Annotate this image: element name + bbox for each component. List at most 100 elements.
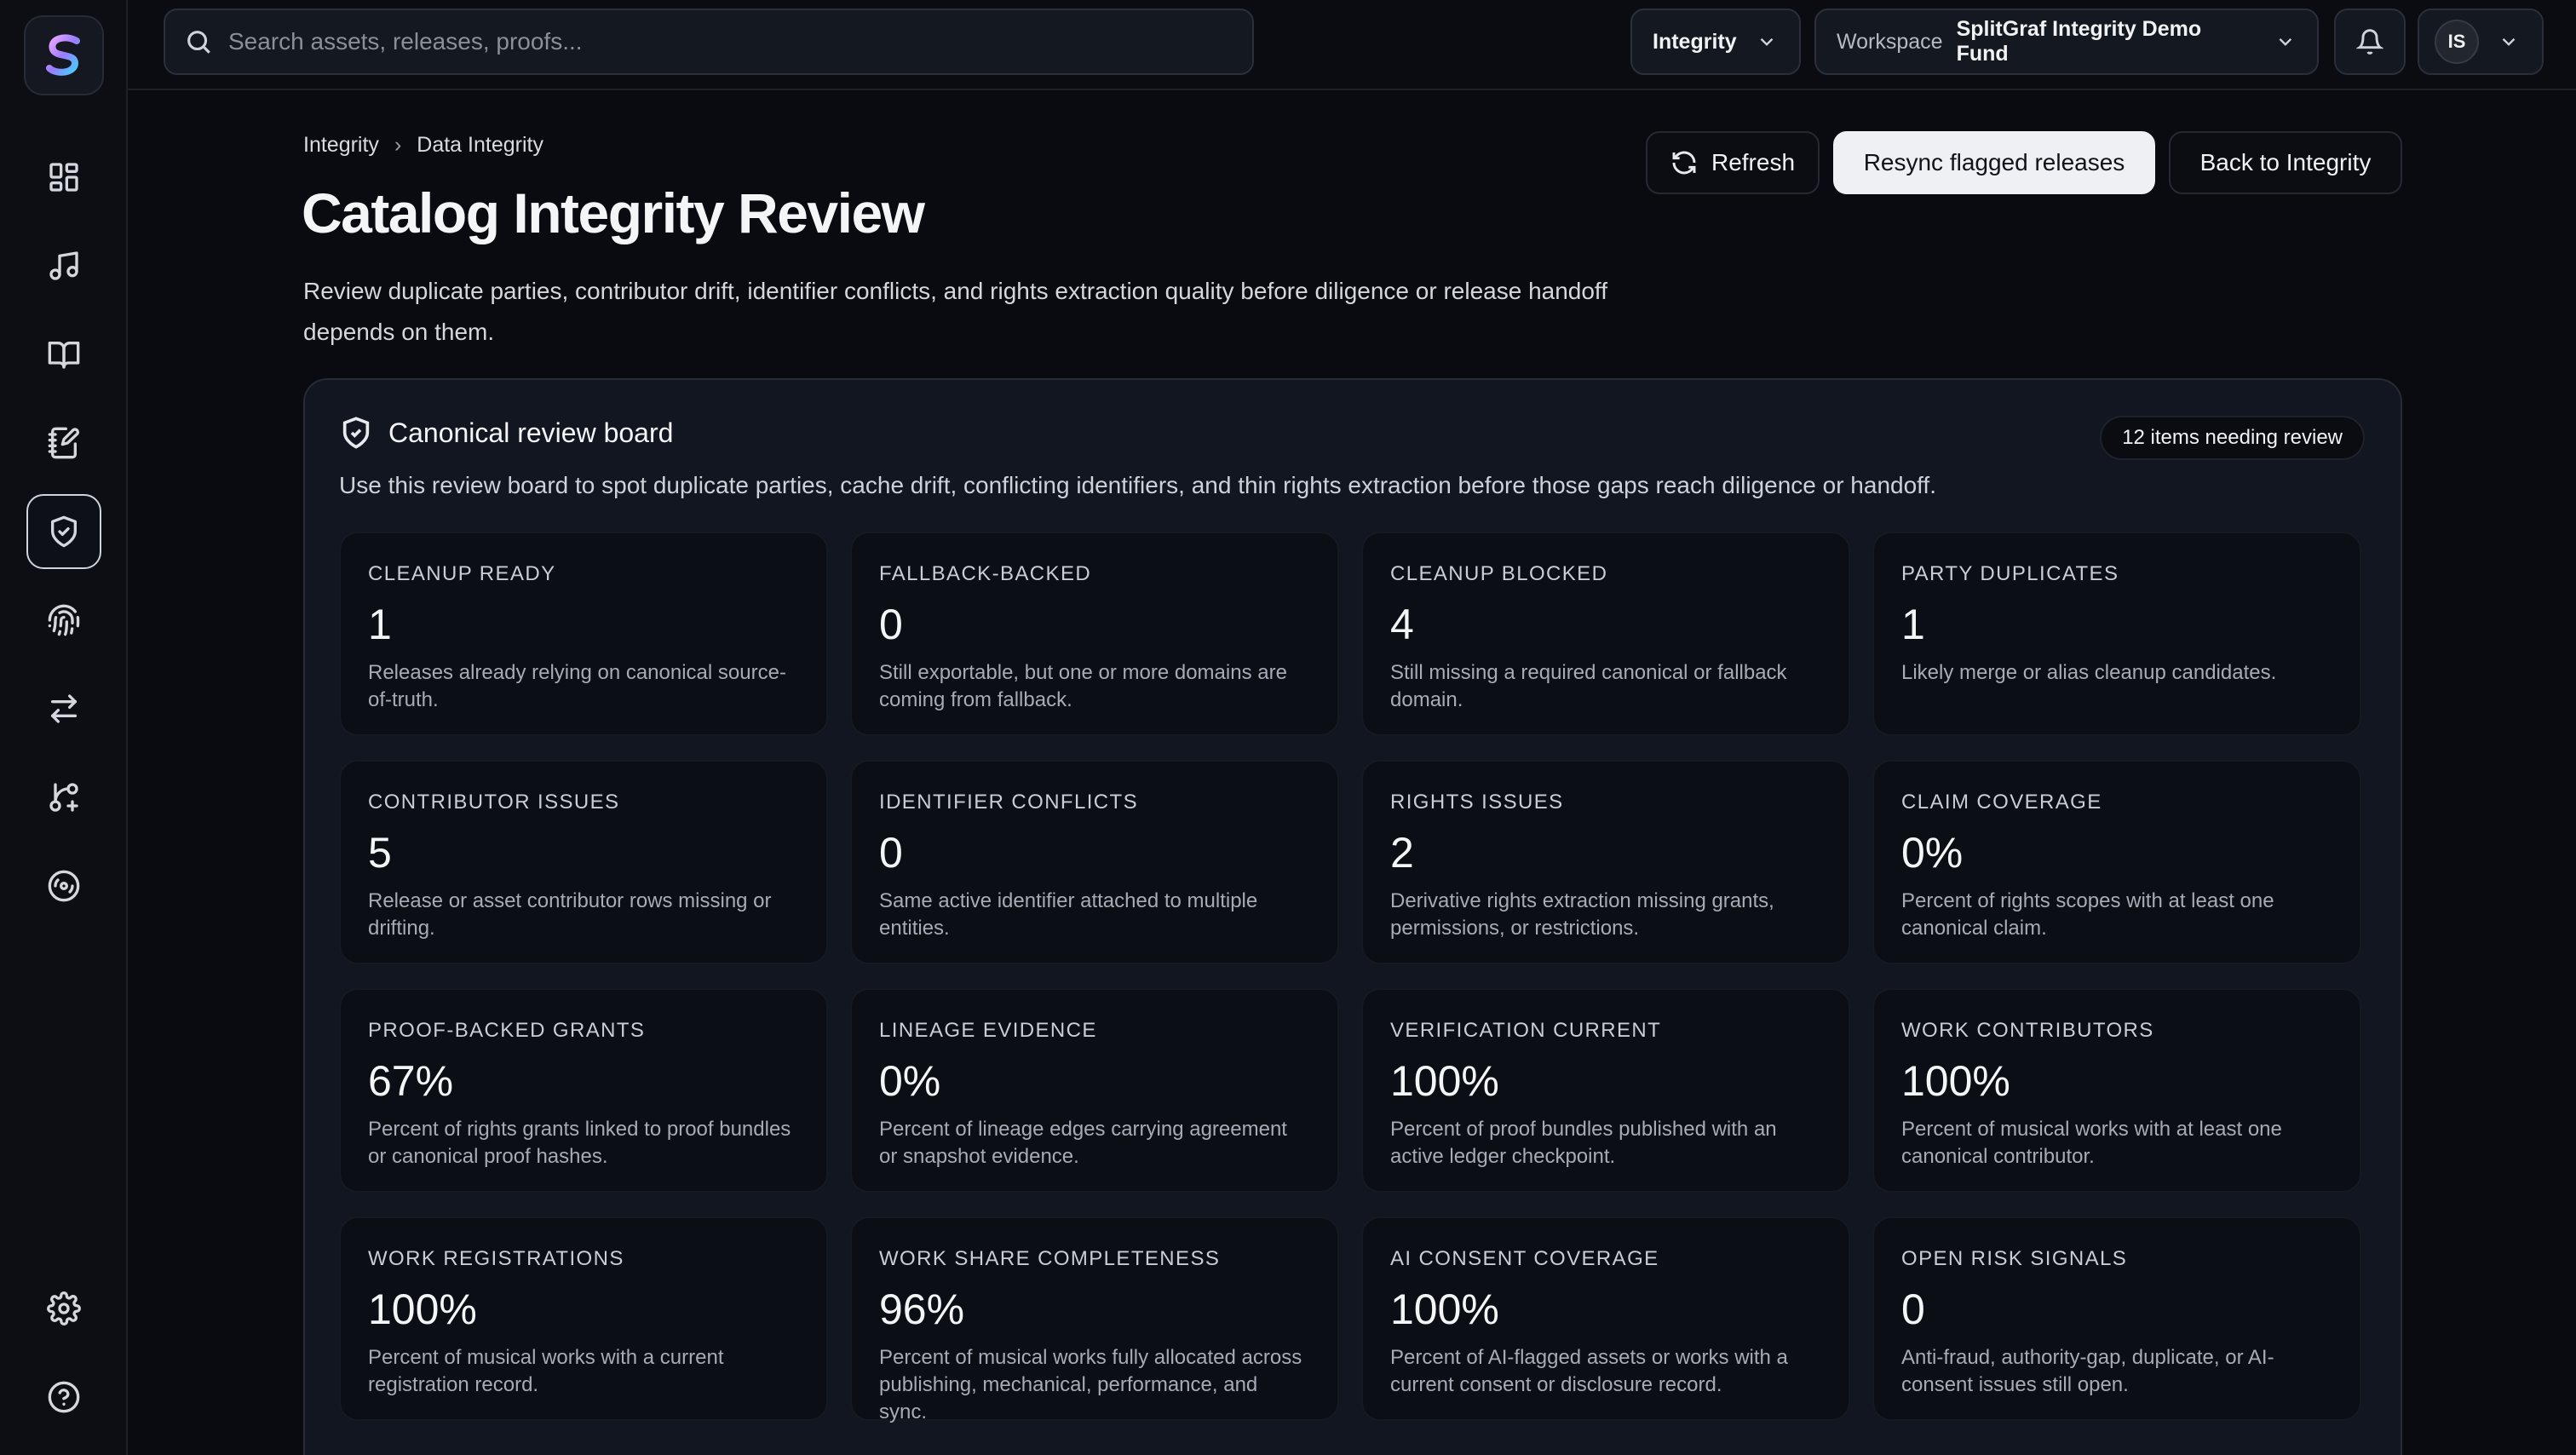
metric-value: 96%: [879, 1285, 965, 1333]
metric-value: 100%: [1901, 1057, 2010, 1105]
metric-description: Percent of musical works with at least o…: [1901, 1118, 2282, 1168]
disc-icon: [48, 870, 80, 902]
metric-label: Verification current: [1390, 1019, 1662, 1042]
metric-card[interactable]: Cleanup blocked 4 Still missing a requir…: [1361, 532, 1850, 736]
metric-value: 0%: [1901, 829, 1964, 877]
metric-label: Open risk signals: [1901, 1247, 2128, 1270]
chevron-down-icon: [2502, 37, 2516, 46]
metric-value: 1: [1901, 601, 1925, 648]
sidebar: [0, 0, 128, 1455]
breadcrumb: Integrity › Data Integrity: [303, 133, 543, 158]
metric-description: Percent of lineage edges carrying agreem…: [879, 1118, 1287, 1168]
arrows-swap-icon: [51, 694, 78, 723]
nav-integrity[interactable]: [26, 494, 101, 569]
metric-description: Percent of musical works fully allocated…: [879, 1346, 1302, 1423]
nav-catalog[interactable]: [26, 317, 101, 392]
metric-card[interactable]: Verification current 100% Percent of pro…: [1361, 988, 1850, 1193]
nav-agreements[interactable]: [26, 405, 101, 480]
nav-dashboard[interactable]: [26, 140, 101, 215]
nav-transfers[interactable]: [26, 671, 101, 746]
breadcrumb-root[interactable]: Integrity: [303, 133, 379, 158]
metric-value: 1: [368, 601, 392, 648]
back-to-integrity-button[interactable]: Back to Integrity: [2169, 131, 2402, 194]
app-root: Integrity Workspace SplitGraf Integrity …: [0, 0, 2576, 1455]
metric-label: Identifier conflicts: [879, 791, 1139, 814]
metric-label: Cleanup blocked: [1390, 562, 1608, 585]
metric-label: Claim coverage: [1901, 791, 2102, 814]
canonical-review-board: Canonical review board 12 items needing …: [303, 378, 2402, 1455]
metric-description: Same active identifier attached to multi…: [879, 889, 1258, 940]
notifications-button[interactable]: [2334, 9, 2406, 75]
metric-card[interactable]: Identifier conflicts 0 Same active ident…: [850, 760, 1339, 964]
metric-label: Lineage evidence: [879, 1019, 1097, 1042]
metric-label: Contributor issues: [368, 791, 620, 814]
metric-card[interactable]: Fallback-backed 0 Still exportable, but …: [850, 532, 1339, 736]
module-selector[interactable]: Integrity: [1630, 9, 1801, 75]
metric-description: Percent of AI-flagged assets or works wi…: [1390, 1346, 1788, 1396]
metric-card[interactable]: Contributor issues 5 Release or asset co…: [339, 760, 828, 964]
app-logo[interactable]: [24, 15, 104, 95]
metric-card[interactable]: Work contributors 100% Percent of musica…: [1872, 988, 2361, 1193]
nav-lineage[interactable]: [26, 760, 101, 835]
nav-help[interactable]: [26, 1360, 101, 1435]
metric-label: Fallback-backed: [879, 562, 1092, 585]
metric-value: 100%: [1390, 1285, 1499, 1333]
metric-description: Still exportable, but one or more domain…: [879, 661, 1287, 711]
metric-value: 0: [1901, 1285, 1925, 1333]
metric-card[interactable]: Work share completeness 96% Percent of m…: [850, 1216, 1339, 1423]
search-input[interactable]: [228, 28, 1208, 55]
nav-releases[interactable]: [26, 848, 101, 923]
metric-description: Percent of rights grants linked to proof…: [368, 1118, 791, 1168]
metric-description: Anti-fraud, authority-gap, duplicate, or…: [1901, 1346, 2274, 1396]
top-bar: Integrity Workspace SplitGraf Integrity …: [128, 0, 2576, 90]
resync-flagged-button[interactable]: Resync flagged releases: [1833, 131, 2155, 194]
metric-value: 0: [879, 601, 903, 648]
bell-icon: [2356, 29, 2383, 55]
nav-music[interactable]: [26, 228, 101, 303]
metric-card[interactable]: Open risk signals 0 Anti-fraud, authorit…: [1872, 1216, 2361, 1421]
metric-card[interactable]: Cleanup ready 1 Releases already relying…: [339, 532, 828, 736]
page-description: Review duplicate parties, contributor dr…: [303, 278, 1607, 345]
metric-label: Work registrations: [368, 1247, 624, 1270]
metric-card[interactable]: Party duplicates 1 Likely merge or alias…: [1872, 532, 2361, 736]
module-selector-label: Integrity: [1653, 29, 1737, 54]
logo-icon: [46, 34, 80, 76]
nav-identity[interactable]: [26, 583, 101, 658]
review-count-badge: 12 items needing review: [2100, 416, 2365, 460]
git-branch-plus-icon: [49, 783, 78, 812]
metric-description: Release or asset contributor rows missin…: [368, 889, 772, 940]
metric-card[interactable]: Claim coverage 0% Percent of rights scop…: [1872, 760, 2361, 964]
metric-value: 0%: [879, 1057, 941, 1105]
board-header: Canonical review board: [339, 416, 673, 450]
avatar: IS: [2435, 20, 2479, 64]
workspace-selector[interactable]: Workspace SplitGraf Integrity Demo Fund: [1814, 9, 2319, 75]
dashboard-icon: [49, 163, 78, 192]
metric-description: Releases already relying on canonical so…: [368, 661, 786, 711]
breadcrumb-separator: ›: [394, 133, 402, 157]
metric-label: Cleanup ready: [368, 562, 556, 585]
metric-card[interactable]: Rights issues 2 Derivative rights extrac…: [1361, 760, 1850, 964]
refresh-icon: [1672, 151, 1696, 175]
metric-value: 4: [1390, 601, 1414, 648]
search-icon: [187, 31, 210, 54]
metric-card[interactable]: Work registrations 100% Percent of music…: [339, 1216, 828, 1421]
search-box[interactable]: [164, 9, 1254, 75]
fingerprint-icon: [48, 604, 80, 636]
breadcrumb-current: Data Integrity: [417, 133, 543, 157]
nav-settings[interactable]: [26, 1271, 101, 1346]
board-description: Use this review board to spot duplicate …: [339, 472, 1936, 498]
chevron-down-icon: [1760, 37, 1773, 46]
metric-card[interactable]: AI consent coverage 100% Percent of AI-f…: [1361, 1216, 1850, 1421]
refresh-button-label: Refresh: [1711, 149, 1796, 175]
metric-label: Work contributors: [1901, 1019, 2154, 1042]
metric-card[interactable]: Proof-backed grants 67% Percent of right…: [339, 988, 828, 1193]
metric-card[interactable]: Lineage evidence 0% Percent of lineage e…: [850, 988, 1339, 1193]
book-open-icon: [48, 342, 80, 369]
metric-description: Likely merge or alias cleanup candidates…: [1901, 661, 2277, 684]
user-menu[interactable]: IS: [2418, 9, 2544, 75]
page-title: Catalog Integrity Review: [302, 181, 925, 244]
metric-description: Percent of proof bundles published with …: [1390, 1118, 1777, 1168]
chevron-down-icon: [2279, 37, 2292, 46]
gear-icon: [47, 1291, 81, 1326]
refresh-button[interactable]: Refresh: [1646, 131, 1820, 194]
